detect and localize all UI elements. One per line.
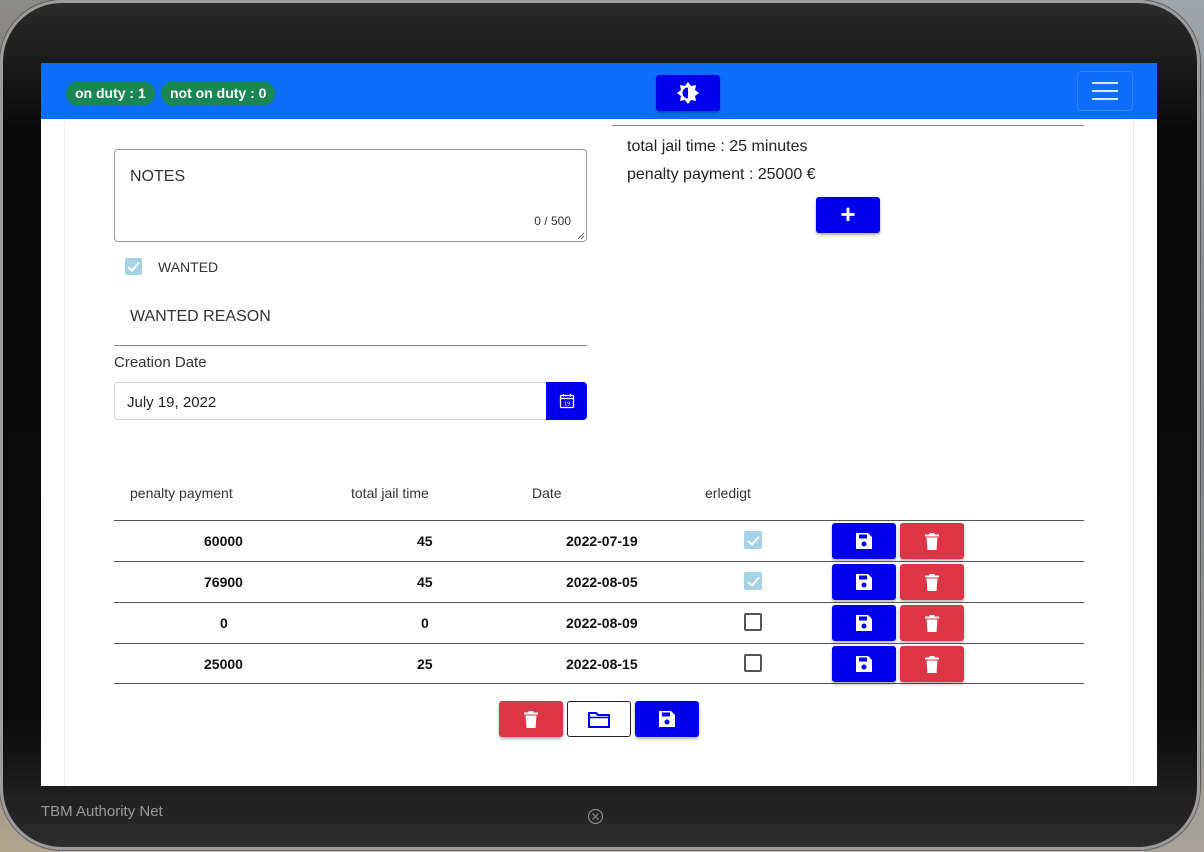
total-jail-time-text: total jail time : 25 minutes xyxy=(627,138,808,155)
row-delete-button[interactable] xyxy=(900,523,964,559)
on-duty-badge: on duty : 1 xyxy=(66,81,155,106)
floppy-disk-icon xyxy=(856,615,872,631)
wanted-reason-underline xyxy=(114,345,587,346)
close-circle-icon[interactable] xyxy=(587,808,604,825)
resize-grip-icon[interactable] xyxy=(577,232,585,240)
cell-penalty: 0 xyxy=(220,615,228,631)
notes-label: NOTES xyxy=(130,168,186,185)
cell-jail: 45 xyxy=(417,574,433,590)
notes-textarea[interactable]: NOTES 0 / 500 xyxy=(114,149,587,242)
calendar-button[interactable]: 19 xyxy=(546,382,587,420)
erledigt-checkbox[interactable] xyxy=(744,531,762,549)
open-folder-button[interactable] xyxy=(567,701,631,737)
cell-date: 2022-08-15 xyxy=(566,656,638,672)
row-save-button[interactable] xyxy=(832,605,896,641)
table-row: 0 0 2022-08-09 xyxy=(114,602,1084,643)
checkmark-icon xyxy=(746,535,760,546)
wanted-label: WANTED xyxy=(158,259,219,275)
row-save-button[interactable] xyxy=(832,523,896,559)
top-navbar: on duty : 1 not on duty : 0 xyxy=(41,63,1157,119)
table-row: 25000 25 2022-08-15 xyxy=(114,643,1084,684)
not-on-duty-badge: not on duty : 0 xyxy=(161,81,276,106)
add-charge-button[interactable]: + xyxy=(816,197,880,233)
row-delete-button[interactable] xyxy=(900,564,964,600)
cell-jail: 0 xyxy=(421,615,429,631)
row-delete-button[interactable] xyxy=(900,646,964,682)
brightness-icon xyxy=(677,82,699,104)
cell-date: 2022-07-19 xyxy=(566,533,638,549)
trash-icon xyxy=(925,614,939,632)
save-record-button[interactable] xyxy=(635,701,699,737)
svg-text:19: 19 xyxy=(563,402,569,408)
cell-penalty: 76900 xyxy=(204,574,243,590)
checkmark-icon xyxy=(127,261,140,272)
calendar-icon: 19 xyxy=(559,394,574,409)
table-row: 76900 45 2022-08-05 xyxy=(114,561,1084,602)
erledigt-checkbox[interactable] xyxy=(744,572,762,590)
row-save-button[interactable] xyxy=(832,564,896,600)
wanted-reason-field[interactable]: WANTED REASON xyxy=(130,308,271,326)
penalty-payment-text: penalty payment : 25000 € xyxy=(627,166,816,183)
floppy-disk-icon xyxy=(856,656,872,672)
cell-jail: 25 xyxy=(417,656,433,672)
cell-penalty: 60000 xyxy=(204,533,243,549)
header-penalty-payment: penalty payment xyxy=(130,485,233,501)
delete-record-button[interactable] xyxy=(499,701,563,737)
cell-penalty: 25000 xyxy=(204,656,243,672)
table-row: 60000 45 2022-07-19 xyxy=(114,520,1084,561)
trash-icon xyxy=(524,710,538,728)
footer-brand: TBM Authority Net xyxy=(41,803,163,820)
header-erledigt: erledigt xyxy=(705,485,751,501)
trash-icon xyxy=(925,532,939,550)
hamburger-menu-icon xyxy=(1092,82,1118,100)
menu-toggle-button[interactable] xyxy=(1077,71,1133,111)
header-date: Date xyxy=(532,485,562,501)
floppy-disk-icon xyxy=(659,711,675,727)
trash-icon xyxy=(925,655,939,673)
creation-date-input[interactable]: July 19, 2022 xyxy=(114,382,547,420)
folder-icon xyxy=(588,711,610,728)
cell-jail: 45 xyxy=(417,533,433,549)
floppy-disk-icon xyxy=(856,533,872,549)
notes-char-counter: 0 / 500 xyxy=(534,214,571,228)
header-total-jail-time: total jail time xyxy=(351,485,429,501)
checkmark-icon xyxy=(746,576,760,587)
erledigt-checkbox[interactable] xyxy=(744,654,762,672)
cell-date: 2022-08-05 xyxy=(566,574,638,590)
row-save-button[interactable] xyxy=(832,646,896,682)
floppy-disk-icon xyxy=(856,574,872,590)
trash-icon xyxy=(925,573,939,591)
erledigt-checkbox[interactable] xyxy=(744,613,762,631)
wanted-checkbox[interactable] xyxy=(125,258,142,275)
theme-toggle-button[interactable] xyxy=(656,75,720,111)
row-delete-button[interactable] xyxy=(900,605,964,641)
cell-date: 2022-08-09 xyxy=(566,615,638,631)
creation-date-label: Creation Date xyxy=(114,354,207,371)
summary-top-divider xyxy=(612,125,1084,126)
app-screen: on duty : 1 not on duty : 0 NOTES 0 / 50… xyxy=(41,63,1157,786)
